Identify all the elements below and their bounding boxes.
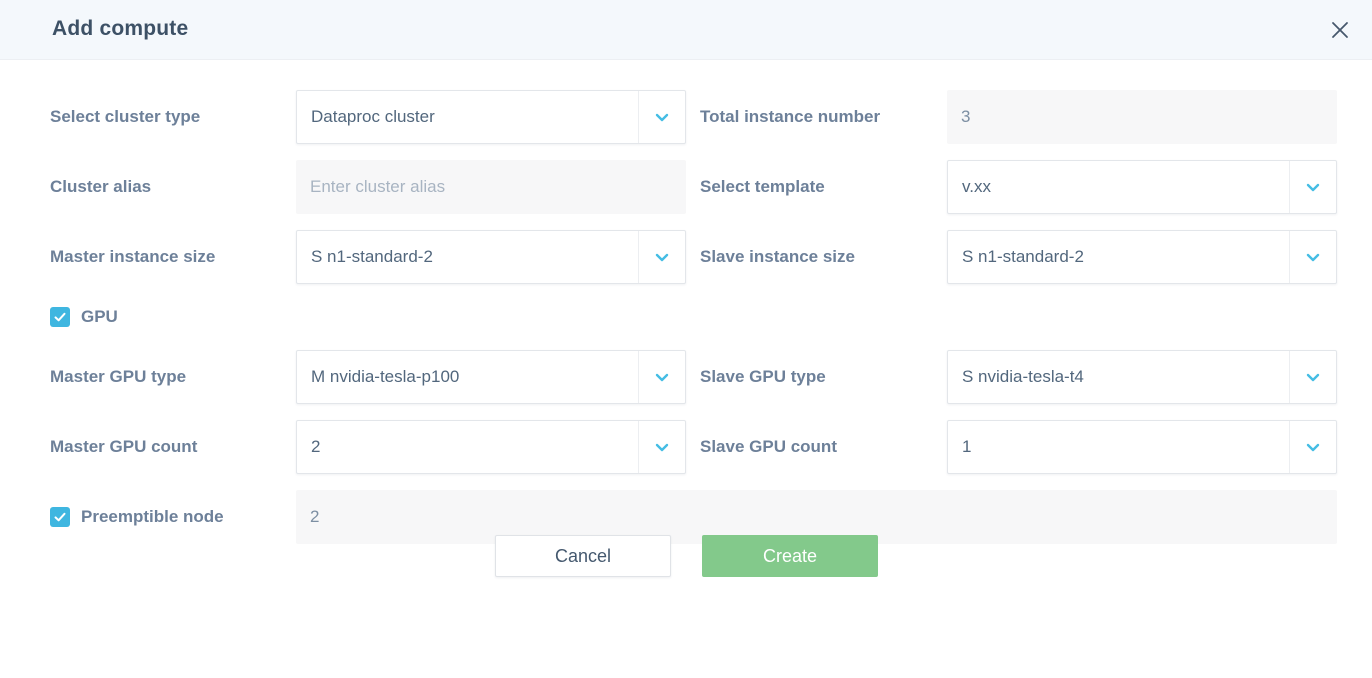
preemptible-node-label: Preemptible node <box>81 507 224 526</box>
preemptible-node-input[interactable] <box>310 507 1337 527</box>
chevron-down-icon <box>638 231 685 283</box>
chevron-down-icon <box>1289 421 1336 473</box>
chevron-down-icon <box>1289 161 1336 213</box>
select-master-gpu-count[interactable]: 2 <box>296 420 686 474</box>
cluster-alias-input[interactable] <box>310 177 686 197</box>
close-icon <box>1331 21 1349 39</box>
total-instance-number-field[interactable] <box>947 90 1337 144</box>
chevron-down-icon <box>638 91 685 143</box>
label-slave-instance-size: Slave instance size <box>700 247 855 266</box>
form-row-instance-size: Master instance size S n1-standard-2 Sla… <box>0 230 1372 284</box>
gpu-checkbox-label: GPU <box>81 307 118 326</box>
select-slave-instance-size-value: S n1-standard-2 <box>962 247 1084 266</box>
form-row-gpu-count: Master GPU count 2 Slave GPU count 1 <box>0 420 1372 474</box>
cancel-button[interactable]: Cancel <box>495 535 671 577</box>
select-master-instance-size-value: S n1-standard-2 <box>311 247 433 266</box>
select-master-gpu-count-value: 2 <box>311 437 321 456</box>
form-row-gpu-type: Master GPU type M nvidia-tesla-p100 Slav… <box>0 350 1372 404</box>
dialog-header: Add compute <box>0 0 1372 60</box>
label-master-instance-size: Master instance size <box>50 247 216 266</box>
select-template[interactable]: v.xx <box>947 160 1337 214</box>
select-slave-instance-size[interactable]: S n1-standard-2 <box>947 230 1337 284</box>
label-master-gpu-type: Master GPU type <box>50 367 187 386</box>
label-master-gpu-count: Master GPU count <box>50 437 198 456</box>
chevron-down-icon <box>1289 351 1336 403</box>
add-compute-dialog: Add compute Select cluster type Dataproc… <box>0 0 1372 678</box>
page-title: Add compute <box>52 17 189 40</box>
select-template-value: v.xx <box>962 177 991 196</box>
total-instance-number-input[interactable] <box>961 107 1337 127</box>
label-slave-gpu-type: Slave GPU type <box>700 367 826 386</box>
label-select-cluster-type: Select cluster type <box>50 107 201 126</box>
select-master-gpu-type[interactable]: M nvidia-tesla-p100 <box>296 350 686 404</box>
select-cluster-type-value: Dataproc cluster <box>311 107 435 126</box>
cluster-alias-field[interactable] <box>296 160 686 214</box>
dialog-footer: Cancel Create <box>0 535 1372 595</box>
create-button[interactable]: Create <box>702 535 878 577</box>
chevron-down-icon <box>638 351 685 403</box>
select-slave-gpu-type[interactable]: S nvidia-tesla-t4 <box>947 350 1337 404</box>
label-slave-gpu-count: Slave GPU count <box>700 437 837 456</box>
check-icon <box>50 507 70 527</box>
select-slave-gpu-count-value: 1 <box>962 437 972 456</box>
select-slave-gpu-count[interactable]: 1 <box>947 420 1337 474</box>
form-row-cluster-type: Select cluster type Dataproc cluster Tot… <box>0 90 1372 144</box>
chevron-down-icon <box>638 421 685 473</box>
gpu-checkbox[interactable]: GPU <box>50 300 118 334</box>
check-icon <box>50 307 70 327</box>
label-cluster-alias: Cluster alias <box>50 177 152 196</box>
form-row-cluster-alias: Cluster alias Select template v.xx <box>0 160 1372 214</box>
close-button[interactable] <box>1326 16 1354 44</box>
form-row-gpu-toggle: GPU <box>0 300 1372 334</box>
select-master-gpu-type-value: M nvidia-tesla-p100 <box>311 367 460 386</box>
select-master-instance-size[interactable]: S n1-standard-2 <box>296 230 686 284</box>
select-slave-gpu-type-value: S nvidia-tesla-t4 <box>962 367 1084 386</box>
label-total-instance-number: Total instance number <box>700 107 881 126</box>
select-cluster-type[interactable]: Dataproc cluster <box>296 90 686 144</box>
label-select-template: Select template <box>700 177 825 196</box>
chevron-down-icon <box>1289 231 1336 283</box>
